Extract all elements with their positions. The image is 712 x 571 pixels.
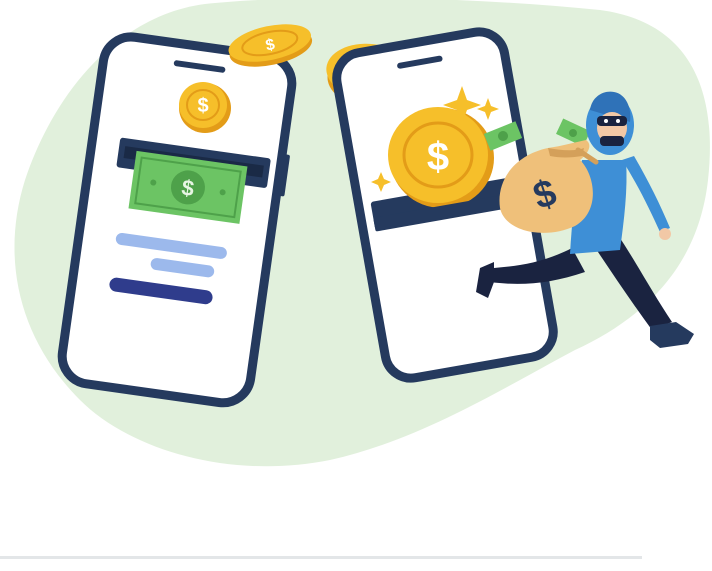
fraud-illustration: $ $ $ $ $ (14, 0, 710, 467)
bottom-divider (0, 556, 642, 559)
thief-front-shoe (650, 322, 694, 348)
coin-dollar-icon: $ (427, 135, 449, 179)
coin-dollar-icon: $ (197, 95, 208, 117)
thief-mask (597, 116, 627, 126)
